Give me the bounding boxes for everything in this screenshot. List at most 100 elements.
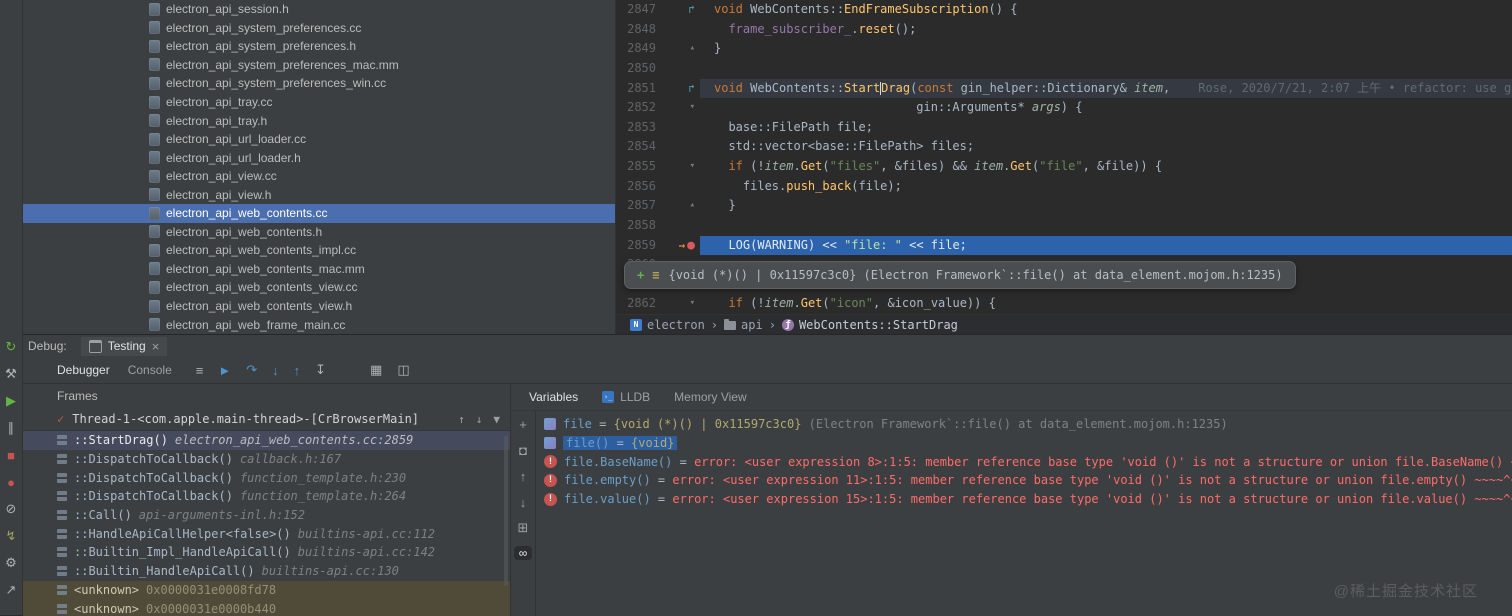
frame-row[interactable]: ::Call()api-arguments-inl.h:152 [23, 506, 510, 525]
fold-icon[interactable]: ▴ [690, 196, 695, 216]
code-line[interactable]: 2856 files.push_back(file); [616, 177, 1512, 197]
gutter[interactable]: 2852▾ [616, 98, 700, 118]
expand-value-icon[interactable]: ≡ [652, 268, 659, 282]
tree-item[interactable]: electron_api_web_contents.cc [23, 204, 615, 223]
view-breakpoints-icon[interactable]: ● [2, 473, 20, 491]
code-line[interactable]: 2852▾ gin::Arguments* args) { [616, 98, 1512, 118]
code-line[interactable]: 2862▾ if (!item.Get("icon", &icon_value)… [616, 294, 1512, 314]
code-line[interactable]: 2859→● LOG(WARNING) << "file: " << file; [616, 236, 1512, 256]
variable-row[interactable]: !file.BaseName() = error: <user expressi… [536, 452, 1512, 471]
mute-breakpoints-icon[interactable]: ⊘ [2, 500, 20, 518]
view-options-icon[interactable]: ≡ [196, 363, 204, 378]
fold-icon[interactable]: ▾ [690, 294, 695, 314]
step-over-icon[interactable]: ↷ [246, 362, 257, 378]
close-icon[interactable]: × [152, 340, 160, 353]
gutter[interactable]: 2848 [616, 20, 700, 40]
tree-item[interactable]: electron_api_view.h [23, 185, 615, 204]
add-to-watches-icon[interactable]: + [637, 268, 644, 282]
variable-row[interactable]: file() = {void} [536, 434, 1512, 453]
gutter[interactable]: 2862▾ [616, 294, 700, 314]
variable-row[interactable]: !file.value() = error: <user expression … [536, 490, 1512, 509]
gutter[interactable]: 2850 [616, 59, 700, 79]
frame-row[interactable]: ::Builtin_HandleApiCall()builtins-api.cc… [23, 562, 510, 581]
pin-icon[interactable]: ↗ [2, 581, 20, 599]
frame-row[interactable]: ::DispatchToCallback()function_template.… [23, 487, 510, 506]
build-icon[interactable]: ⚒ [2, 365, 20, 383]
breadcrumb-item[interactable]: ƒWebContents::StartDrag [782, 318, 958, 332]
resume-icon[interactable]: ▶ [2, 392, 20, 410]
tree-item[interactable]: electron_api_system_preferences.cc [23, 19, 615, 38]
layout-grid-icon[interactable]: ▦ [370, 362, 382, 378]
code-line[interactable]: 2849▴} [616, 39, 1512, 59]
gutter[interactable]: 2855▾ [616, 157, 700, 177]
gutter[interactable]: 2858 [616, 216, 700, 236]
tree-item[interactable]: electron_api_web_contents_view.cc [23, 278, 615, 297]
tree-item[interactable]: electron_api_web_contents_view.h [23, 297, 615, 316]
copy-value-icon[interactable]: ⊞ [514, 520, 532, 536]
tab-memory-view[interactable]: Memory View [674, 390, 746, 404]
gutter[interactable]: 2851↱ [616, 79, 700, 99]
frames-scrollbar[interactable] [504, 436, 508, 586]
fold-icon[interactable]: ▾ [690, 157, 695, 177]
code-line[interactable]: 2855▾ if (!item.Get("files", &files) && … [616, 157, 1512, 177]
tree-item[interactable]: electron_api_web_contents_impl.cc [23, 241, 615, 260]
step-into-icon[interactable]: ↓ [272, 363, 279, 378]
force-step-icon[interactable]: ↯ [2, 527, 20, 545]
breakpoint-icon[interactable]: ● [687, 236, 695, 256]
tree-item[interactable]: electron_api_url_loader.h [23, 148, 615, 167]
code-line[interactable]: 2847↱void WebContents::EndFrameSubscript… [616, 0, 1512, 20]
fold-icon[interactable]: ▴ [690, 39, 695, 59]
snapshot-icon[interactable]: ◘ [514, 442, 532, 458]
frame-up-icon[interactable]: ↑ [458, 413, 465, 426]
tree-item[interactable]: electron_api_session.h [23, 0, 615, 19]
fold-icon[interactable]: ▾ [690, 98, 695, 118]
frame-row[interactable]: ::DispatchToCallback()function_template.… [23, 468, 510, 487]
layout-split-icon[interactable]: ◫ [397, 362, 409, 378]
code-line[interactable]: 2853 base::FilePath file; [616, 118, 1512, 138]
code-line[interactable]: 2854 std::vector<base::FilePath> files; [616, 137, 1512, 157]
code-line[interactable]: 2848 frame_subscriber_.reset(); [616, 20, 1512, 40]
tree-item[interactable]: electron_api_system_preferences_win.cc [23, 74, 615, 93]
gutter[interactable]: 2854 [616, 137, 700, 157]
code-line[interactable]: 2857▴ } [616, 196, 1512, 216]
endless-evaluate-icon[interactable]: ∞ [514, 546, 532, 560]
move-watch-down-icon[interactable]: ↓ [514, 494, 532, 510]
frame-row[interactable]: <unknown>0x0000031e0008fd78 [23, 581, 510, 600]
rerun-icon[interactable]: ↻ [2, 338, 20, 356]
gutter[interactable]: 2847↱ [616, 0, 700, 20]
tree-item[interactable]: electron_api_view.cc [23, 167, 615, 186]
run-to-cursor-icon[interactable]: ↧ [315, 362, 326, 378]
move-watch-up-icon[interactable]: ↑ [514, 468, 532, 484]
gutter[interactable]: 2859→● [616, 236, 700, 256]
tree-item[interactable]: electron_api_tray.h [23, 111, 615, 130]
variable-row[interactable]: !file.empty() = error: <user expression … [536, 471, 1512, 490]
gutter[interactable]: 2857▴ [616, 196, 700, 216]
frame-row[interactable]: ::HandleApiCallHelper<false>()builtins-a… [23, 524, 510, 543]
tab-variables[interactable]: Variables [529, 390, 578, 404]
show-execution-point-icon[interactable]: ► [218, 363, 231, 378]
tree-item[interactable]: electron_api_web_contents.h [23, 223, 615, 242]
code-line[interactable]: 2851↱void WebContents::StartDrag(const g… [616, 79, 1512, 99]
tree-item[interactable]: electron_api_system_preferences_mac.mm [23, 56, 615, 75]
tree-item[interactable]: electron_api_tray.cc [23, 93, 615, 112]
frame-row[interactable]: ::StartDrag()electron_api_web_contents.c… [23, 431, 510, 450]
step-out-icon[interactable]: ↑ [294, 363, 301, 378]
filter-icon[interactable]: ▼ [493, 413, 500, 426]
gutter[interactable]: 2849▴ [616, 39, 700, 59]
frame-row[interactable]: ::Builtin_Impl_HandleApiCall()builtins-a… [23, 543, 510, 562]
thread-selector[interactable]: ✓ Thread-1-<com.apple.main-thread>-[CrBr… [23, 408, 510, 431]
code-line[interactable]: 2850 [616, 59, 1512, 79]
breadcrumb-item[interactable]: api [724, 318, 763, 332]
frame-row[interactable]: <unknown>0x0000031e0000b440 [23, 599, 510, 616]
tree-item[interactable]: electron_api_web_contents_mac.mm [23, 260, 615, 279]
tab-testing[interactable]: Testing × [81, 337, 168, 356]
override-icon[interactable]: ↱ [688, 79, 695, 99]
tab-debugger[interactable]: Debugger [57, 363, 110, 377]
breadcrumb-item[interactable]: Nelectron [630, 318, 705, 332]
tree-item[interactable]: electron_api_web_frame_main.cc [23, 315, 615, 334]
add-watch-icon[interactable]: + [514, 416, 532, 432]
stop-icon[interactable]: ■ [2, 446, 20, 464]
tree-item[interactable]: electron_api_system_preferences.h [23, 37, 615, 56]
tree-item[interactable]: electron_api_url_loader.cc [23, 130, 615, 149]
frame-down-icon[interactable]: ↓ [476, 413, 483, 426]
